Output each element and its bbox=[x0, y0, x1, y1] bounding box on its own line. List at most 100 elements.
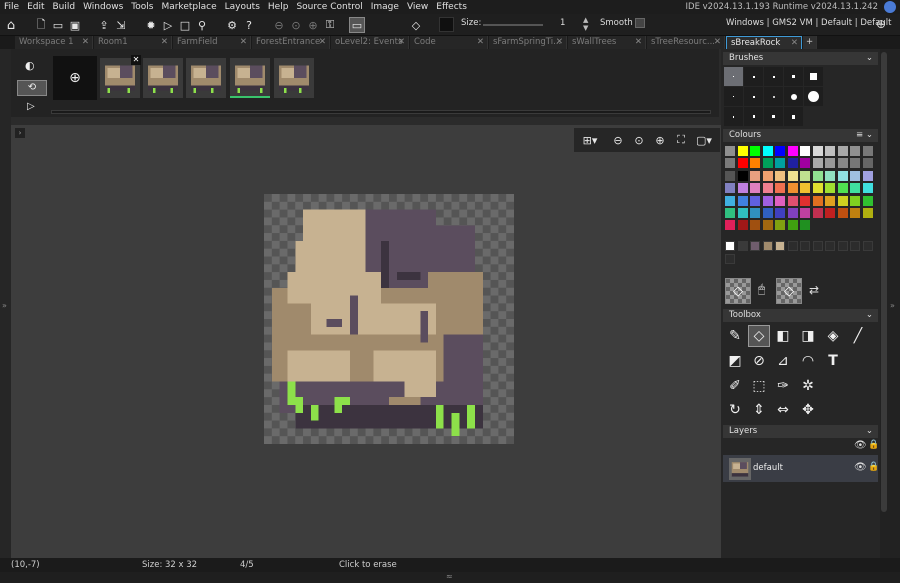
colour-swatch[interactable] bbox=[850, 183, 860, 194]
expand-left-icon[interactable]: » bbox=[2, 301, 7, 310]
colour-swatch[interactable] bbox=[725, 220, 735, 231]
open-folder-icon[interactable]: ▭ bbox=[50, 17, 66, 33]
close-icon[interactable]: ✕ bbox=[398, 36, 405, 49]
colour-swatch[interactable] bbox=[812, 208, 823, 218]
menu-windows[interactable]: Windows bbox=[79, 0, 127, 14]
eraser-icon[interactable]: ◇ bbox=[748, 325, 770, 347]
colour-swatch[interactable] bbox=[825, 146, 835, 156]
pencil-icon[interactable]: ✎ bbox=[724, 325, 746, 347]
colour-swatch[interactable] bbox=[787, 146, 798, 156]
menu-edit[interactable]: Edit bbox=[23, 0, 48, 14]
sprite-canvas[interactable] bbox=[263, 194, 515, 444]
select-replace-icon[interactable]: ◨ bbox=[797, 325, 819, 347]
layers-header[interactable]: Layers ⌄ bbox=[723, 425, 878, 438]
debug-icon[interactable]: ✹ bbox=[143, 17, 159, 33]
menu-effects[interactable]: Effects bbox=[432, 0, 471, 14]
colour-swatch[interactable] bbox=[812, 146, 823, 156]
zoom-in-icon[interactable]: ⊕ bbox=[650, 132, 670, 148]
onion-skin-icon[interactable]: ◐ bbox=[25, 59, 35, 72]
custom-colour-swatch[interactable] bbox=[762, 241, 773, 251]
colour-swatch[interactable] bbox=[737, 195, 748, 206]
lock-icon[interactable]: 🔒 bbox=[868, 440, 879, 450]
help-icon[interactable]: ? bbox=[241, 17, 257, 33]
user-icon[interactable] bbox=[884, 1, 896, 13]
swap-tools-icon[interactable]: ⇄ bbox=[809, 283, 819, 297]
close-icon[interactable]: ✕ bbox=[240, 36, 247, 49]
add-tab-icon[interactable]: + bbox=[803, 36, 817, 49]
eye-icon[interactable]: 👁 bbox=[854, 462, 867, 473]
colour-swatch[interactable] bbox=[775, 208, 785, 218]
grid-icon[interactable]: ⊞▾ bbox=[580, 132, 600, 148]
colours-header[interactable]: Colours ≡ ⌄ bbox=[723, 129, 878, 142]
colour-swatch[interactable] bbox=[762, 170, 773, 181]
tab-sfarmspringtiles[interactable]: sFarmSpringTi... ✕ bbox=[489, 36, 567, 49]
colour-swatch[interactable] bbox=[750, 195, 760, 206]
colour-swatch[interactable] bbox=[725, 146, 735, 156]
brush-5[interactable] bbox=[804, 67, 823, 86]
colour-swatch[interactable] bbox=[787, 170, 798, 181]
custom-colour-swatch[interactable] bbox=[725, 254, 735, 264]
colour-swatch[interactable] bbox=[762, 146, 773, 156]
colour-swatch[interactable] bbox=[737, 183, 748, 194]
menu-image[interactable]: Image bbox=[367, 0, 403, 14]
colour-swatch[interactable] bbox=[850, 208, 860, 218]
gamepad-icon[interactable]: ⚿ bbox=[322, 17, 338, 33]
colour-swatch[interactable] bbox=[775, 183, 785, 194]
collapse-right-icon[interactable]: » bbox=[890, 301, 895, 310]
frame-thumbnail-3[interactable] bbox=[186, 58, 226, 98]
colour-swatch[interactable] bbox=[775, 170, 785, 181]
crosshair-icon[interactable]: ⊕ bbox=[876, 17, 886, 31]
tab-swalltrees[interactable]: sWallTrees ✕ bbox=[568, 36, 646, 49]
colour-swatch[interactable] bbox=[750, 183, 760, 194]
colour-swatch[interactable] bbox=[762, 220, 773, 231]
colour-swatch[interactable] bbox=[812, 183, 823, 194]
expand-bottom-icon[interactable]: ≈ bbox=[446, 572, 453, 581]
colour-swatch[interactable] bbox=[787, 183, 798, 194]
canvas-area[interactable]: › ⊞▾ ⊖ ⊙ ⊕ ⛶ ▢▾ bbox=[11, 125, 721, 558]
colour-swatch[interactable] bbox=[775, 158, 785, 169]
colour-swatch[interactable] bbox=[812, 195, 823, 206]
tab-farmfield[interactable]: FarmField ✕ bbox=[173, 36, 251, 49]
rectangle-select-icon[interactable]: ⬚ bbox=[748, 375, 770, 397]
menu-build[interactable]: Build bbox=[49, 0, 80, 14]
colour-swatch[interactable] bbox=[725, 208, 735, 218]
brush-13[interactable] bbox=[764, 107, 783, 126]
fill-bucket-icon[interactable]: ◈ bbox=[822, 325, 844, 347]
colour-swatch[interactable] bbox=[837, 208, 848, 218]
background-color-icon[interactable]: ▢▾ bbox=[694, 132, 714, 148]
move-icon[interactable]: ✥ bbox=[797, 399, 819, 421]
colour-swatch[interactable] bbox=[850, 195, 860, 206]
brush-7[interactable] bbox=[744, 87, 763, 106]
smooth-checkbox[interactable] bbox=[635, 18, 645, 28]
lock-icon[interactable]: 🔒 bbox=[868, 462, 879, 472]
stop-icon[interactable]: □ bbox=[177, 17, 193, 33]
colour-swatch[interactable] bbox=[725, 183, 735, 194]
menu-view[interactable]: View bbox=[403, 0, 432, 14]
colour-swatch[interactable] bbox=[812, 170, 823, 181]
colour-swatch[interactable] bbox=[825, 195, 835, 206]
zoom-reset-icon[interactable]: ⊙ bbox=[288, 17, 304, 33]
colour-swatch[interactable] bbox=[762, 195, 773, 206]
size-stepper-icon[interactable]: ▲ ▼ bbox=[583, 16, 588, 32]
export-icon[interactable]: ⇪ bbox=[96, 17, 112, 33]
custom-colour-swatch[interactable] bbox=[812, 241, 823, 251]
colour-swatch[interactable] bbox=[725, 170, 735, 181]
colour-swatch[interactable] bbox=[850, 146, 860, 156]
colour-swatch[interactable] bbox=[850, 158, 860, 169]
eraser-icon[interactable]: ◇ bbox=[408, 17, 424, 33]
colour-swatch[interactable] bbox=[750, 158, 760, 169]
eyedropper-icon[interactable]: ✐ bbox=[724, 375, 746, 397]
zoom-out-icon[interactable]: ⊖ bbox=[608, 132, 628, 148]
colour-swatch[interactable] bbox=[750, 170, 760, 181]
colour-swatch[interactable] bbox=[862, 146, 873, 156]
colour-swatch[interactable] bbox=[850, 170, 860, 181]
add-frame-button[interactable]: ⊕ bbox=[53, 56, 97, 100]
tab-forestentrance[interactable]: ForestEntrance ✕ bbox=[252, 36, 330, 49]
custom-colour-swatch[interactable] bbox=[787, 241, 798, 251]
custom-colour-swatch[interactable] bbox=[737, 241, 748, 251]
colour-swatch[interactable] bbox=[737, 158, 748, 169]
close-icon[interactable]: ✕ bbox=[477, 36, 484, 49]
colour-swatch[interactable] bbox=[825, 170, 835, 181]
custom-colour-swatch[interactable] bbox=[862, 241, 873, 251]
colour-swatch[interactable] bbox=[775, 146, 785, 156]
